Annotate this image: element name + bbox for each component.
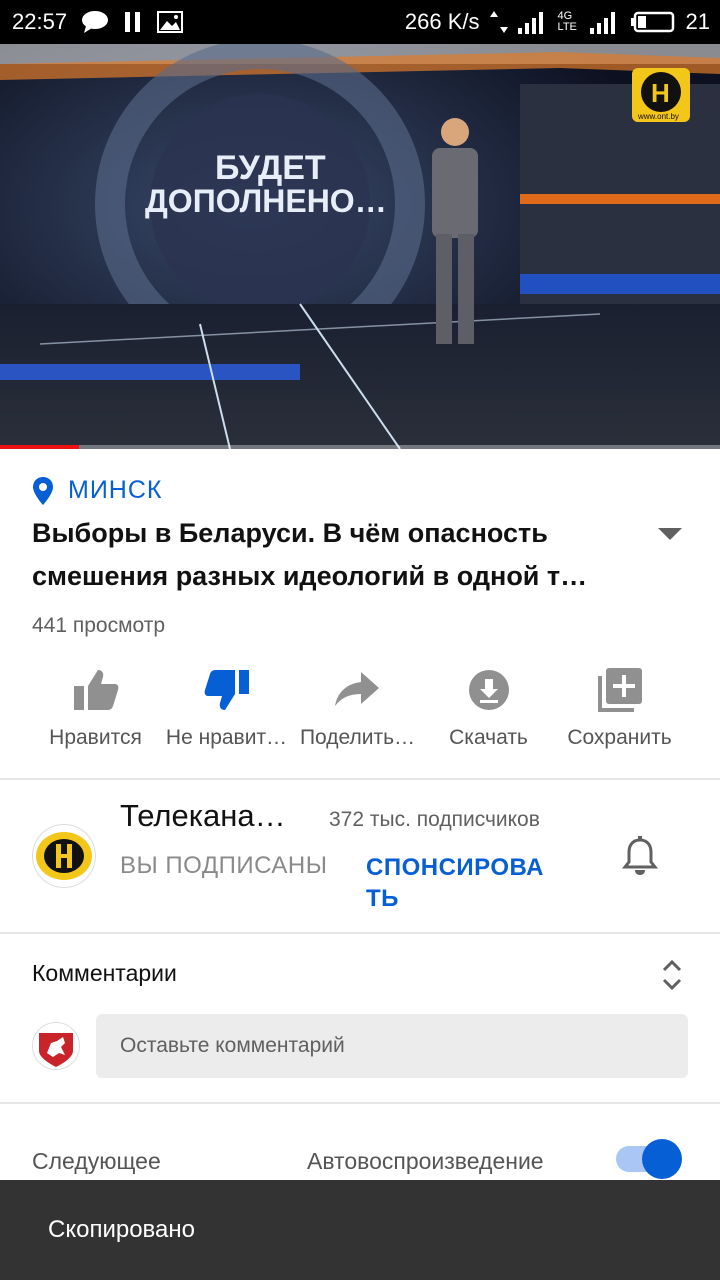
share-label: Поделить… xyxy=(299,726,416,749)
bell-icon[interactable] xyxy=(622,836,658,876)
battery-level: 21 xyxy=(685,9,710,34)
channel-avatar[interactable] xyxy=(32,824,96,888)
subscribed-button[interactable]: ВЫ ПОДПИСАНЫ xyxy=(120,852,327,880)
dislike-label: Не нравит… xyxy=(165,726,288,749)
like-label: Нравится xyxy=(49,726,142,749)
video-title[interactable]: Выборы в Беларуси. В чём опасность смеше… xyxy=(32,512,632,598)
overlay-text-line2: ДОПОЛНЕНО… xyxy=(145,183,387,219)
status-bar: 22:57 266 K/s 4G LTE 21 xyxy=(0,0,720,44)
video-progress-played xyxy=(0,445,80,449)
action-bar: Нравится Не нравит… Поделить… Скачать Со… xyxy=(0,662,720,750)
download-label: Скачать xyxy=(449,726,528,749)
divider xyxy=(0,778,720,780)
svg-text:H: H xyxy=(651,78,670,108)
image-icon xyxy=(157,11,184,33)
network-speed: 266 K/s xyxy=(404,9,480,34)
battery-icon xyxy=(630,11,674,33)
download-button[interactable]: Скачать xyxy=(423,662,554,750)
divider xyxy=(0,932,720,934)
channel-watermark-logo: H www.ont.by xyxy=(632,68,690,122)
location-pin-icon xyxy=(33,476,53,505)
location-link[interactable]: МИНСК xyxy=(32,476,162,505)
comments-title[interactable]: Комментарии xyxy=(32,960,177,987)
share-icon xyxy=(334,672,379,706)
signal-icon xyxy=(589,12,615,34)
video-frame: БУДЕТ ДОПОЛНЕНО… H www.ont.by xyxy=(0,44,720,449)
thumbs-down-icon xyxy=(204,670,249,710)
dislike-button[interactable]: Не нравит… xyxy=(161,662,292,750)
thumbs-up-icon xyxy=(73,670,118,710)
expand-description-icon[interactable] xyxy=(656,522,684,544)
download-icon xyxy=(468,670,509,710)
subscriber-count: 372 тыс. подписчиков xyxy=(329,808,540,831)
data-arrows-icon xyxy=(489,11,508,33)
comment-placeholder: Оставьте комментарий xyxy=(120,1034,345,1057)
sponsor-button[interactable]: СПОНСИРОВАТЬ xyxy=(366,852,556,914)
video-player[interactable]: БУДЕТ ДОПОЛНЕНО… H www.ont.by xyxy=(0,44,720,449)
channel-logo-icon xyxy=(36,832,92,880)
view-count: 441 просмотр xyxy=(32,614,166,637)
user-avatar[interactable] xyxy=(32,1022,80,1070)
snackbar-toast: Скопировано xyxy=(0,1180,720,1280)
channel-name[interactable]: Телекана… xyxy=(120,798,286,834)
like-button[interactable]: Нравится xyxy=(30,662,161,750)
up-next-label: Следующее xyxy=(32,1148,161,1174)
toast-text: Скопировано xyxy=(48,1216,195,1243)
pahonia-emblem-icon xyxy=(33,1023,79,1069)
location-label: МИНСК xyxy=(68,476,163,504)
toggle-knob xyxy=(642,1139,682,1179)
comment-input[interactable]: Оставьте комментарий xyxy=(96,1014,688,1078)
playlist-add-icon xyxy=(597,668,642,712)
svg-text:www.ont.by: www.ont.by xyxy=(637,112,679,121)
signal-icon xyxy=(517,12,543,34)
share-button[interactable]: Поделить… xyxy=(292,662,423,750)
autoplay-label: Автовоспроизведение xyxy=(307,1148,544,1174)
message-icon xyxy=(82,11,109,33)
save-label: Сохранить xyxy=(567,726,672,749)
network-type: 4G LTE xyxy=(557,10,577,33)
video-progress-bar[interactable] xyxy=(0,445,720,449)
save-button[interactable]: Сохранить xyxy=(554,662,685,750)
autoplay-toggle[interactable] xyxy=(616,1139,682,1179)
status-time: 22:57 xyxy=(12,9,68,34)
pause-icon xyxy=(125,12,141,32)
overlay-text-line1: БУДЕТ xyxy=(215,149,326,187)
expand-collapse-icon[interactable] xyxy=(660,958,684,992)
divider xyxy=(0,1102,720,1104)
